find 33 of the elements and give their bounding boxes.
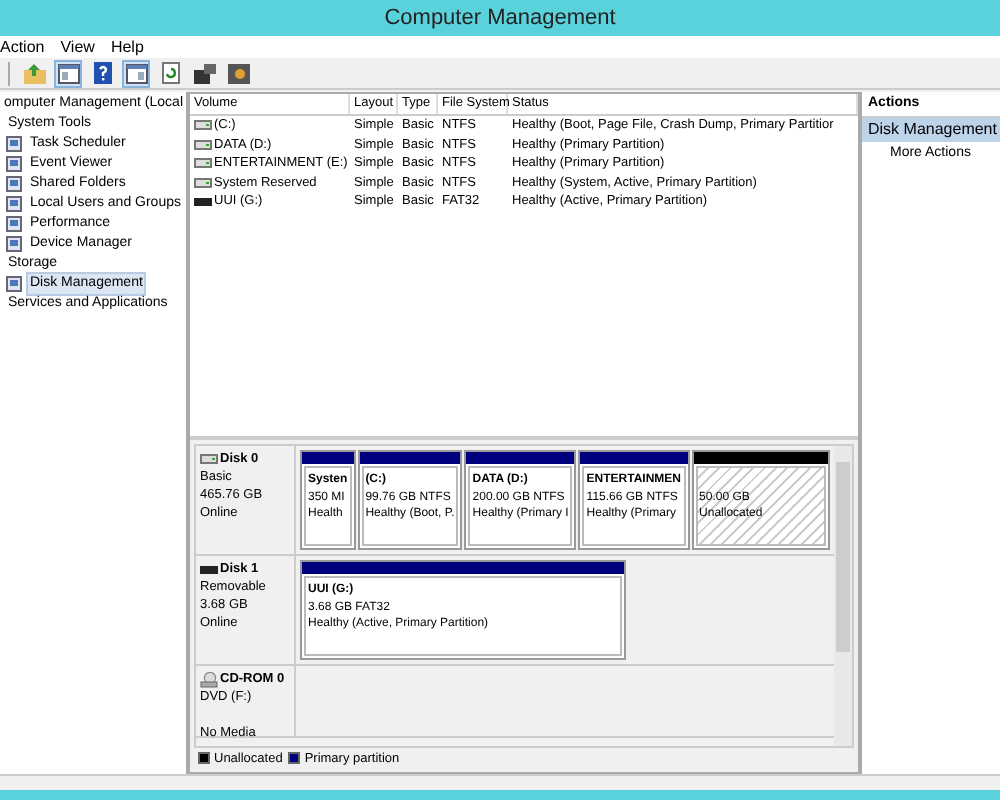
tree-node-icon [6,196,22,212]
tree-node-icon [6,236,22,252]
toolbar-button[interactable] [190,59,218,87]
refresh-icon [161,62,179,84]
drive-icon [200,454,218,464]
properties-icon [227,63,249,83]
drive-icon [194,197,212,206]
toolbar-button[interactable] [122,59,150,87]
drive-icon [194,177,212,188]
drive-icon [194,158,212,169]
tree-node-icon [6,216,22,232]
drive-icon [200,565,218,573]
toolbar-button[interactable] [88,59,116,87]
tree-node-icon [6,276,22,292]
actions-section-header[interactable]: Disk Management [862,118,1000,142]
menu-item[interactable]: View [60,37,95,57]
window-title: Computer Management [384,3,616,34]
export-list-icon [193,63,215,83]
tree-node-icon [6,176,22,192]
folder-up-icon [23,63,45,83]
tree-node-icon [6,136,22,152]
toolbar-button[interactable] [54,59,82,87]
cd-drive-icon [200,671,218,687]
toolbar-button[interactable] [224,59,252,87]
window-pane-icon [125,63,147,83]
menu-item[interactable]: Help [110,37,144,57]
window-pane-icon [57,63,79,83]
help-icon [93,62,111,84]
tree-node-icon [6,156,22,172]
drive-icon [194,120,212,131]
scrollbar[interactable] [834,446,852,746]
drive-icon [194,139,212,150]
menu-item[interactable]: Action [0,37,45,57]
